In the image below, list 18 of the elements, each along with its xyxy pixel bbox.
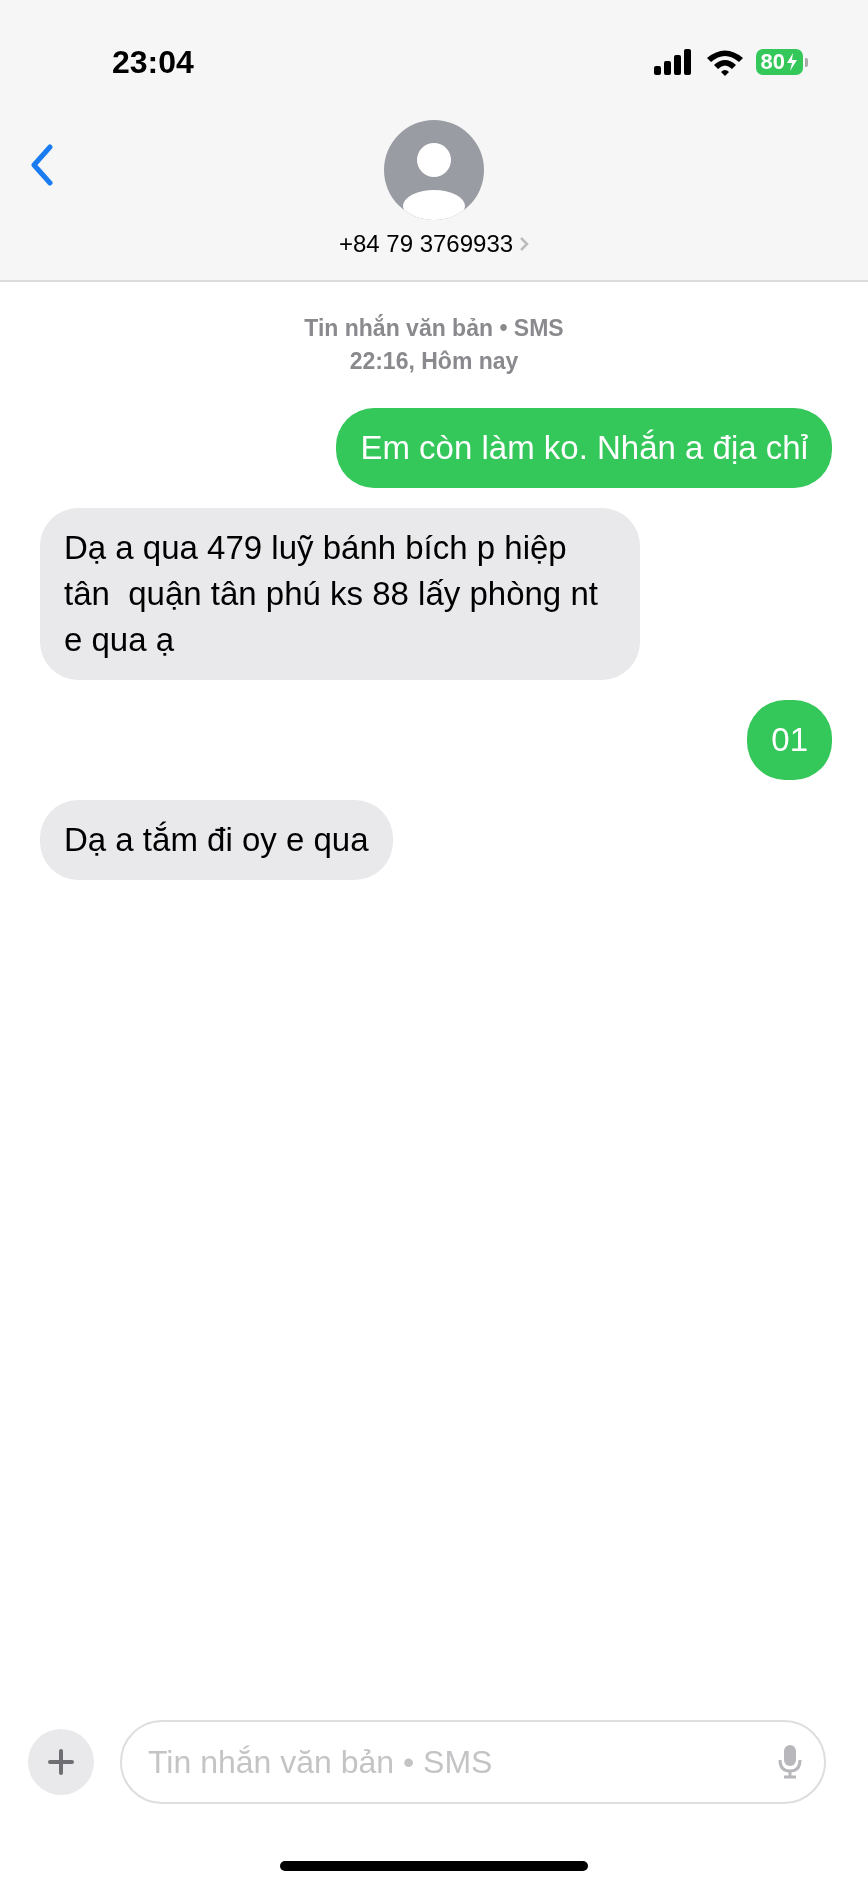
signal-icon: [653, 49, 694, 75]
battery-indicator: 80: [755, 49, 803, 75]
sent-message: 01: [747, 700, 832, 780]
contact-number[interactable]: +84 79 3769933: [338, 230, 514, 258]
received-message: Dạ a qua 479 luỹ bánh bích p hiệp tân quận tân phú ks 88 lấy phòng nt e qua ạ: [40, 508, 640, 680]
service-label: Tin nhắn văn bản • SMS: [303, 313, 565, 343]
received-message: Dạ a tắm đi oy e qua: [40, 800, 393, 880]
clock: 23:04: [112, 43, 194, 81]
plus-icon: [48, 1749, 74, 1775]
avatar-icon[interactable]: [384, 120, 484, 220]
back-icon[interactable]: [30, 144, 54, 186]
microphone-icon[interactable]: [778, 1745, 802, 1779]
chevron-icon: [519, 236, 530, 252]
message-input[interactable]: Tin nhắn văn bản • SMS: [146, 1742, 778, 1782]
message-field[interactable]: Tin nhắn văn bản • SMS: [120, 1720, 826, 1804]
wifi-icon: [705, 48, 744, 76]
timestamp: 22:16, Hôm nay: [348, 347, 520, 376]
sent-message: Em còn làm ko. Nhắn a địa chỉ: [336, 408, 832, 488]
